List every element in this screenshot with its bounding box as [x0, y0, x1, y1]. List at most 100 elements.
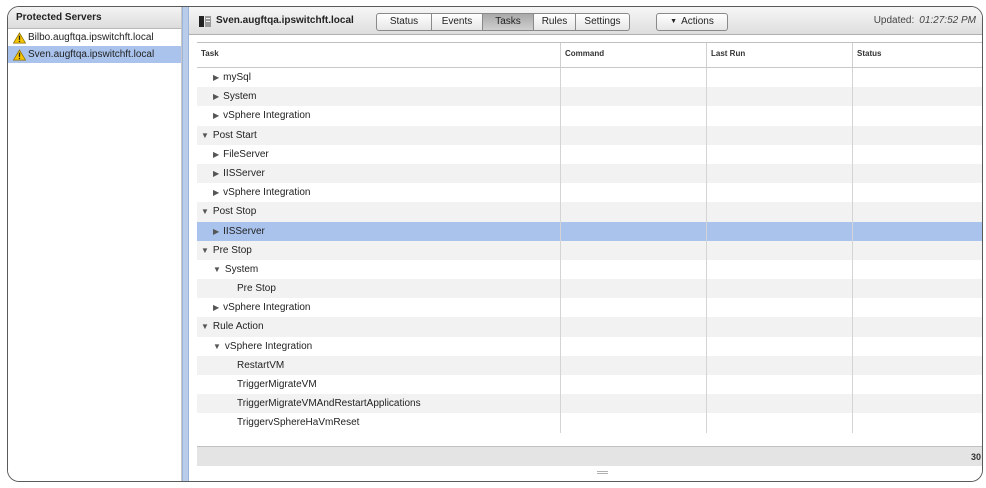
task-label: vSphere Integration	[223, 187, 311, 199]
updated-label: Updated:	[873, 15, 915, 26]
protected-servers-panel: Protected Servers Bilbo.augftqa.ipswitch…	[8, 7, 182, 481]
tab-settings[interactable]: Settings	[576, 13, 630, 31]
tab-rules[interactable]: Rules	[534, 13, 576, 31]
task-cell: ▼ Post Stop	[197, 202, 561, 222]
collapse-triangle-icon[interactable]: ▶	[213, 169, 219, 178]
status-cell	[853, 126, 982, 145]
table-row[interactable]: ▶ vSphere Integration	[197, 106, 982, 126]
table-row[interactable]: ▼ vSphere Integration	[197, 336, 982, 356]
collapse-triangle-icon[interactable]: ▶	[213, 150, 219, 159]
server-name: Bilbo.augftqa.ipswitchft.local	[28, 32, 154, 43]
tab-tasks[interactable]: Tasks	[483, 13, 534, 31]
table-row[interactable]: ▶ vSphere Integration	[197, 298, 982, 318]
table-row[interactable]: TriggerMigrateVM	[197, 375, 982, 395]
table-row[interactable]: ▼ Pre Stop	[197, 240, 982, 260]
collapse-triangle-icon[interactable]: ▶	[213, 111, 219, 120]
resize-grip-icon[interactable]	[597, 471, 608, 474]
status-cell	[853, 298, 982, 317]
table-row[interactable]: TriggerMigrateVMAndRestartApplications	[197, 394, 982, 414]
task-cell: TriggervSphereHaVmReset	[197, 413, 561, 433]
last-cell	[707, 202, 853, 222]
status-cell	[853, 279, 982, 298]
column-header-last-run[interactable]: Last Run	[707, 43, 853, 67]
table-row[interactable]: ▶ mySql	[197, 68, 982, 88]
table-row[interactable]: ▶ IISServer	[197, 221, 982, 241]
task-label: vSphere Integration	[223, 302, 311, 314]
last-cell	[707, 259, 853, 280]
collapse-triangle-icon[interactable]: ▶	[213, 303, 219, 312]
table-row[interactable]: TriggervSphereHaVmReset	[197, 413, 982, 433]
toolbar: Sven.augftqa.ipswitchft.local Status Eve…	[189, 7, 982, 35]
task-label: FileServer	[223, 148, 269, 160]
last-cell	[707, 279, 853, 299]
status-cell	[853, 68, 982, 87]
expand-triangle-icon[interactable]: ▼	[201, 131, 209, 140]
status-cell	[853, 337, 982, 356]
column-header-command[interactable]: Command	[561, 43, 707, 67]
task-cell: ▼ Pre Stop	[197, 240, 561, 260]
table-row[interactable]: ▼ Post Stop	[197, 202, 982, 222]
task-label: mySql	[223, 72, 251, 83]
table-row[interactable]: ▶ System	[197, 87, 982, 107]
table-row[interactable]: ▶ FileServer	[197, 144, 982, 164]
table-row[interactable]: Pre Stop	[197, 279, 982, 299]
task-label: vSphere Integration	[224, 340, 313, 352]
expand-triangle-icon[interactable]: ▼	[201, 246, 209, 255]
status-cell	[853, 222, 982, 241]
task-label: RestartVM	[237, 359, 285, 371]
status-cell	[853, 413, 982, 432]
last-cell	[707, 336, 853, 356]
expand-triangle-icon[interactable]: ▼	[213, 342, 221, 351]
actions-dropdown-button[interactable]: ▼ Actions	[656, 13, 728, 31]
view-tabs: Status Events Tasks Rules Settings	[376, 13, 630, 31]
task-cell: ▼ vSphere Integration	[197, 336, 561, 356]
status-cell	[853, 202, 982, 221]
task-cell: ▶ vSphere Integration	[197, 183, 561, 203]
collapse-triangle-icon[interactable]: ▶	[213, 73, 219, 82]
table-row[interactable]: ▶ vSphere Integration	[197, 183, 982, 203]
collapse-triangle-icon[interactable]: ▶	[213, 227, 219, 236]
cmd-cell	[561, 240, 707, 260]
status-cell	[853, 317, 982, 336]
cmd-cell	[561, 375, 707, 395]
column-header-task[interactable]: Task	[197, 43, 561, 67]
actions-label: Actions	[681, 16, 714, 27]
server-item-sven[interactable]: Sven.augftqa.ipswitchft.local	[8, 46, 181, 63]
task-cell: ▶ IISServer	[197, 221, 561, 241]
task-cell: RestartVM	[197, 355, 561, 375]
task-cell: ▶ vSphere Integration	[197, 298, 561, 318]
task-cell: TriggerMigrateVM	[197, 375, 561, 395]
table-row[interactable]: ▶ IISServer	[197, 163, 982, 184]
table-row[interactable]: ▼ Post Start	[197, 125, 982, 145]
table-row[interactable]: ▼ Rule Action	[197, 317, 982, 337]
server-title: Sven.augftqa.ipswitchft.local	[216, 15, 354, 26]
expand-triangle-icon[interactable]: ▼	[201, 207, 209, 216]
table-row[interactable]: ▼ System	[197, 259, 982, 280]
expand-triangle-icon[interactable]: ▼	[213, 265, 221, 274]
collapse-triangle-icon[interactable]: ▶	[213, 92, 219, 101]
tab-events[interactable]: Events	[432, 13, 483, 31]
collapse-triangle-icon[interactable]: ▶	[213, 188, 219, 197]
last-cell	[707, 240, 853, 260]
column-header-status[interactable]: Status	[853, 43, 982, 67]
panel-splitter[interactable]	[182, 7, 189, 481]
cmd-cell	[561, 106, 707, 126]
tab-status[interactable]: Status	[376, 13, 432, 31]
task-label: Post Stop	[212, 206, 257, 218]
server-item-bilbo[interactable]: Bilbo.augftqa.ipswitchft.local	[8, 29, 181, 46]
task-cell: Pre Stop	[197, 279, 561, 299]
last-cell	[707, 355, 853, 375]
last-updated: Updated: 01:27:52 PM	[874, 7, 976, 35]
table-row[interactable]: RestartVM	[197, 355, 982, 375]
last-cell	[707, 183, 853, 203]
expand-triangle-icon[interactable]: ▼	[201, 322, 209, 331]
cmd-cell	[561, 125, 707, 145]
cmd-cell	[561, 183, 707, 203]
app-window: Protected Servers Bilbo.augftqa.ipswitch…	[7, 6, 983, 482]
status-cell	[853, 241, 982, 260]
task-cell: ▶ System	[197, 87, 561, 107]
task-label: IISServer	[223, 167, 265, 179]
task-label: Pre Stop	[212, 244, 252, 256]
task-label: Pre Stop	[237, 283, 276, 295]
task-cell: ▶ mySql	[197, 68, 561, 88]
